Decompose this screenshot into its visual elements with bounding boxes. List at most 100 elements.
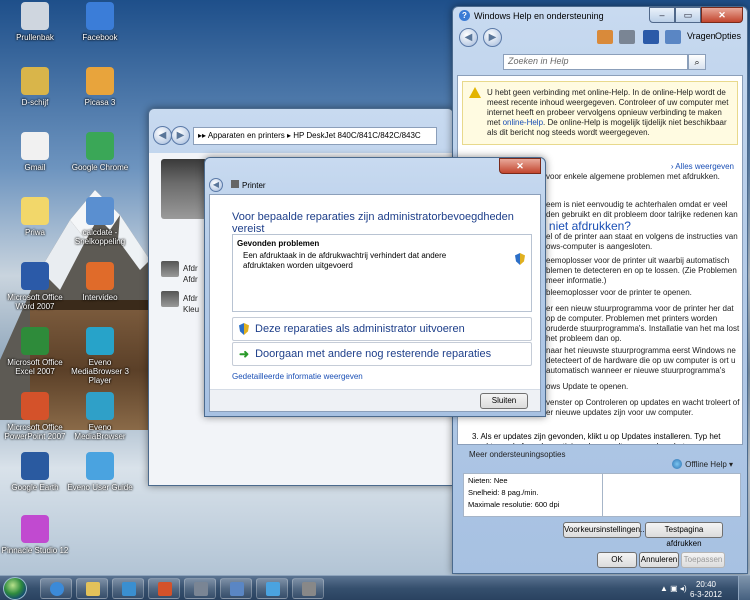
desktop-icon[interactable]: Google Chrome [65, 132, 135, 172]
taskbar-ie[interactable] [40, 578, 72, 599]
back-button[interactable]: ◀ [459, 28, 478, 47]
feature-line: Maximale resolutie: 600 dpi [468, 500, 560, 509]
printer-features: Nieten: Nee Snelheid: 8 pag./min. Maxima… [463, 473, 603, 517]
back-icon[interactable]: ◀ [153, 126, 172, 145]
desktop-icon-label: Facebook [82, 33, 118, 42]
preferences-button[interactable]: Voorkeursinstellingen... [563, 522, 647, 538]
desktop-icon[interactable]: Eveno User Guide [65, 452, 135, 492]
app-icon [21, 262, 49, 290]
desktop-icon[interactable]: Pinnacle Studio 12 [0, 515, 70, 555]
details-link[interactable]: Gedetailleerde informatie weergeven [232, 372, 363, 381]
desktop-icon[interactable]: Eveno MediaBrowser 3 Player [65, 327, 135, 385]
desktop-icon[interactable]: Google Earth [0, 452, 70, 492]
printer-features-right [603, 473, 741, 517]
problem-text: Een afdruktaak in de afdrukwachtrij verh… [243, 251, 447, 270]
desktop-icon-label: calcdate - Snelkoppeling [74, 228, 126, 246]
close-button[interactable]: ✕ [499, 158, 541, 174]
help-paragraph: el of de printer aan staat en volgens de… [546, 232, 738, 251]
online-help-link[interactable]: online-Help [503, 118, 543, 127]
search-button[interactable]: ⌕ [688, 54, 706, 70]
clock[interactable]: 20:40 6-3-2012 [690, 580, 722, 600]
desktop-icon[interactable]: Prullenbak [0, 2, 70, 42]
continue-repairs-button[interactable]: ➜ Doorgaan met andere nog resterende repa… [232, 342, 532, 366]
app-icon [21, 452, 49, 480]
forward-button[interactable]: ▶ [483, 28, 502, 47]
help-link[interactable]: ows Update te openen. [546, 382, 741, 392]
app-icon [86, 132, 114, 160]
show-all-link[interactable]: › Alles weergeven [671, 162, 734, 171]
help-paragraph: eemoplosser voor de printer uit waarbij … [546, 256, 737, 285]
desktop-icon[interactable]: D-schijf [0, 67, 70, 107]
print-icon[interactable] [619, 30, 635, 44]
app-icon [86, 197, 114, 225]
problems-label: Gevonden problemen [237, 239, 320, 248]
close-button[interactable]: ✕ [701, 7, 743, 23]
dialog-footer: Sluiten [210, 389, 540, 411]
apply-button[interactable]: Toepassen [681, 552, 725, 568]
taskbar-explorer[interactable] [76, 578, 108, 599]
taskbar-media[interactable] [112, 578, 144, 599]
desktop-icon[interactable]: Eveno MediaBrowser [65, 392, 135, 441]
desktop-icon[interactable]: Microsoft Office Word 2007 [0, 262, 70, 311]
back-button[interactable]: ◀ [209, 178, 223, 192]
forward-icon[interactable]: ▶ [171, 126, 190, 145]
test-page-button[interactable]: Testpagina afdrukken [645, 522, 723, 548]
printer-troubleshooter-dialog[interactable]: ✕ ◀ Printer Voor bepaalde reparaties zij… [204, 157, 546, 417]
system-tray[interactable]: ▲ ▣ ◂) [660, 584, 687, 593]
app-icon [86, 262, 114, 290]
ask-button[interactable]: Vragen [687, 31, 716, 41]
shield-icon [515, 253, 525, 265]
dialog-title: Printer [231, 180, 266, 190]
desktop-icon[interactable]: Priwa [0, 197, 70, 237]
app-icon [86, 2, 114, 30]
desktop-icon-label: Gmail [24, 163, 46, 172]
taskbar-printer[interactable] [292, 578, 324, 599]
desktop-icon[interactable]: calcdate - Snelkoppeling [65, 197, 135, 246]
app-icon [21, 327, 49, 355]
desktop-icon-label: Prullenbak [16, 33, 54, 42]
show-desktop-button[interactable] [738, 576, 750, 600]
desktop-icon[interactable]: Gmail [0, 132, 70, 172]
browse-help-icon[interactable] [643, 30, 659, 44]
desktop-icon[interactable]: Microsoft Office PowerPoint 2007 [0, 392, 70, 441]
window-controls: ✕ [499, 158, 541, 174]
help-paragraph: venster op Controleren op updates en wac… [546, 398, 740, 417]
help-link[interactable]: bleemoplosser voor de printer te openen. [546, 288, 741, 298]
offline-help-menu[interactable]: Offline Help ▾ [672, 459, 733, 469]
help-toolbar: ◀ ▶ Vragen Opties [457, 25, 743, 51]
ask-icon[interactable] [665, 30, 681, 44]
home-icon[interactable] [597, 30, 613, 44]
desktop-icon[interactable]: Intervideo [65, 262, 135, 302]
desktop-icon[interactable]: Picasa 3 [65, 67, 135, 107]
start-button[interactable] [3, 577, 27, 600]
desktop-icon-label: Microsoft Office Word 2007 [7, 293, 63, 311]
address-bar[interactable]: ▸▸ Apparaten en printers ▸ HP DeskJet 84… [193, 127, 437, 145]
desktop-icon[interactable]: Microsoft Office Excel 2007 [0, 327, 70, 376]
taskbar-powerpoint[interactable] [148, 578, 180, 599]
offline-warning: U hebt geen verbinding met online-Help. … [462, 81, 738, 145]
desktop-icon[interactable]: Facebook [65, 2, 135, 42]
taskbar: ▲ ▣ ◂) 20:40 6-3-2012 [0, 575, 750, 600]
options-button[interactable]: Opties [715, 31, 741, 41]
ok-button[interactable]: OK [597, 552, 637, 568]
run-as-admin-button[interactable]: Deze reparaties als administrator uitvoe… [232, 317, 532, 341]
taskbar-network[interactable] [256, 578, 288, 599]
help-search-input[interactable]: Zoeken in Help [503, 54, 688, 70]
cancel-button[interactable]: Annuleren [639, 552, 679, 568]
desktop-icon-label: Google Chrome [71, 163, 129, 172]
app-icon [86, 67, 114, 95]
app-icon [21, 132, 49, 160]
close-dialog-button[interactable]: Sluiten [480, 393, 528, 409]
minimize-button[interactable]: – [649, 7, 675, 23]
app-icon [21, 67, 49, 95]
taskbar-help[interactable] [220, 578, 252, 599]
device-item-sublabel: Afdr [183, 275, 198, 284]
dialog-heading: Voor bepaalde reparaties zijn administra… [232, 211, 514, 235]
maximize-button[interactable]: ▭ [675, 7, 701, 23]
taskbar-devices[interactable] [184, 578, 216, 599]
desktop-icon-label: Eveno User Guide [67, 483, 133, 492]
desktop-icon-label: Eveno MediaBrowser 3 Player [71, 358, 129, 385]
desktop-icon-label: Picasa 3 [84, 98, 116, 107]
globe-icon [672, 459, 683, 469]
device-item-sublabel: Kleu [183, 305, 200, 314]
